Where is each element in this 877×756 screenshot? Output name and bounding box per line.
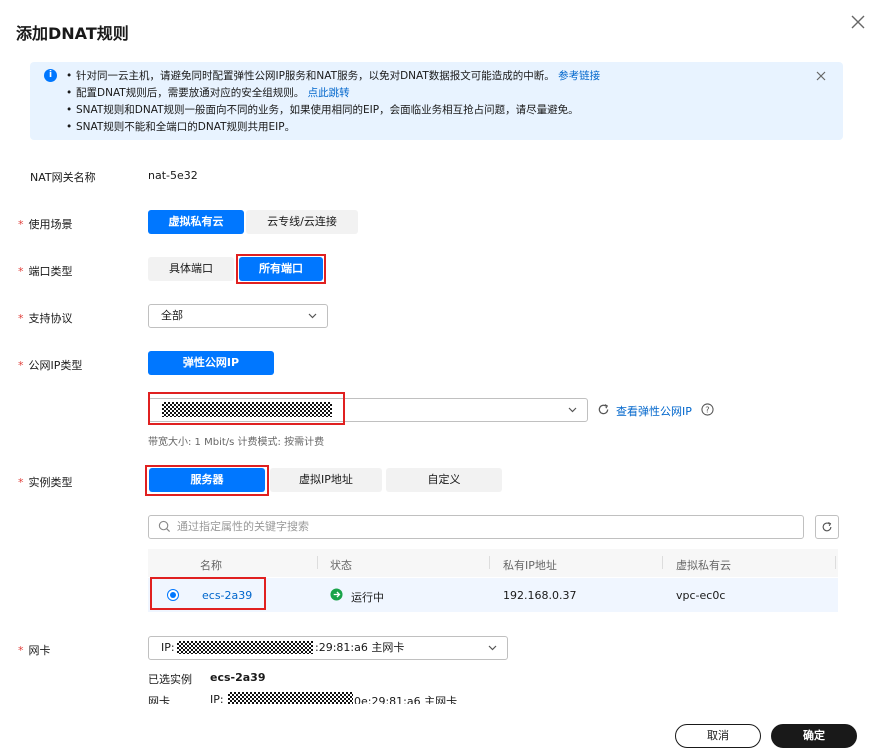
jump-link[interactable]: 点此跳转	[308, 87, 350, 99]
public-ip-type-label: * 公网IP类型	[18, 359, 83, 372]
status-value: 运行中	[351, 591, 384, 604]
gateway-name-label: NAT网关名称	[30, 171, 96, 184]
port-type-specific-button[interactable]: 具体端口	[148, 257, 234, 281]
col-header-status: 状态	[330, 559, 352, 572]
info-icon: i	[44, 69, 57, 82]
confirm-button[interactable]: 确定	[771, 724, 857, 748]
selected-instance-value: ecs-2a39	[210, 671, 266, 684]
scenario-dc-button[interactable]: 云专线/云连接	[246, 210, 358, 234]
notice-line: • SNAT规则不能和全端口的DNAT规则共用EIP。	[66, 121, 296, 133]
highlight-box	[150, 577, 266, 610]
notice-line: • 针对同一云主机，请避免同时配置弹性公网IP服务和NAT服务，以免对DNAT数据…	[66, 70, 601, 82]
notice-close-icon[interactable]	[815, 70, 827, 82]
selected-nic-row: 网卡 IP: 0e:29:81:a6 主网卡	[148, 690, 768, 704]
col-header-name: 名称	[200, 559, 222, 572]
gateway-name-value: nat-5e32	[148, 169, 198, 182]
eip-type-button[interactable]: 弹性公网IP	[148, 351, 274, 375]
instance-server-button[interactable]: 服务器	[149, 468, 265, 492]
chevron-down-icon	[308, 313, 317, 319]
nic-masked-ip	[177, 641, 313, 654]
chevron-down-icon	[488, 645, 497, 651]
help-icon[interactable]: ?	[701, 403, 714, 416]
scenario-label: * 使用场景	[18, 218, 73, 231]
selected-nic-label: 网卡	[148, 695, 170, 704]
cancel-button[interactable]: 取消	[675, 724, 761, 748]
refresh-icon[interactable]	[597, 403, 610, 416]
table-refresh-button[interactable]	[815, 515, 839, 539]
table-header	[148, 549, 838, 577]
footer-divider	[0, 706, 877, 707]
vpc-value: vpc-ec0c	[676, 589, 726, 602]
selected-nic-masked-ip	[228, 692, 353, 704]
nic-label: * 网卡	[18, 644, 51, 657]
col-header-private-ip: 私有IP地址	[503, 559, 557, 572]
view-eip-link[interactable]: 查看弹性公网IP	[616, 403, 692, 419]
notice-line: • 配置DNAT规则后，需要放通对应的安全组规则。 点此跳转	[66, 87, 350, 99]
scenario-vpc-button[interactable]: 虚拟私有云	[148, 210, 244, 234]
instance-search-input[interactable]: 通过指定属性的关键字搜索	[148, 515, 804, 539]
notice-line: • SNAT规则和DNAT规则一般面向不同的业务，如果使用相同的EIP，会面临业务…	[66, 104, 579, 116]
instance-custom-button[interactable]: 自定义	[386, 468, 502, 492]
dialog-title: 添加DNAT规则	[16, 24, 129, 43]
close-icon[interactable]	[848, 12, 868, 32]
column-divider	[489, 556, 490, 569]
instance-type-label: * 实例类型	[18, 476, 73, 489]
protocol-label: * 支持协议	[18, 312, 73, 325]
notice-list: • 针对同一云主机，请避免同时配置弹性公网IP服务和NAT服务，以免对DNAT数据…	[66, 68, 600, 136]
selected-instance-label: 已选实例	[148, 673, 192, 686]
column-divider	[662, 556, 663, 569]
bandwidth-hint: 带宽大小: 1 Mbit/s 计费模式: 按需计费	[148, 437, 325, 448]
column-divider	[317, 556, 318, 569]
port-type-all-button[interactable]: 所有端口	[239, 257, 323, 281]
selected-nic-suffix: 0e:29:81:a6 主网卡	[354, 695, 458, 704]
port-type-label: * 端口类型	[18, 265, 73, 278]
protocol-select[interactable]: 全部	[148, 304, 328, 328]
reference-link[interactable]: 参考链接	[558, 70, 600, 82]
instance-vip-button[interactable]: 虚拟IP地址	[270, 468, 382, 492]
running-status-icon	[330, 588, 343, 601]
chevron-down-icon	[568, 407, 577, 413]
private-ip-value: 192.168.0.37	[503, 589, 577, 602]
column-divider	[835, 556, 836, 569]
selected-nic-prefix: IP:	[210, 693, 224, 704]
highlight-box	[148, 392, 345, 425]
refresh-icon	[822, 522, 832, 532]
svg-text:?: ?	[705, 404, 709, 414]
search-icon	[158, 520, 171, 533]
col-header-vpc: 虚拟私有云	[676, 559, 731, 572]
